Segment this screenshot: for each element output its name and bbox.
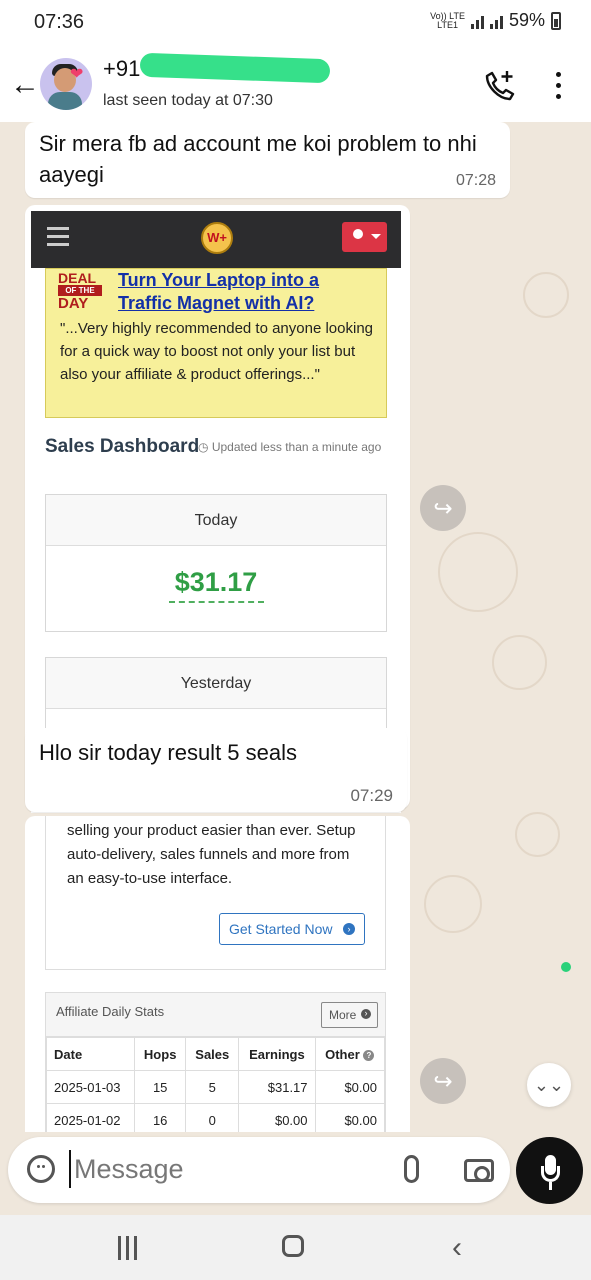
- chevron-right-icon: ›: [343, 923, 355, 935]
- affiliate-stats: Affiliate Daily Stats More Date Hops Sal…: [45, 992, 386, 1132]
- dashboard-screenshot[interactable]: W+ DEAL OF THE DAY Turn Your Laptop into…: [31, 211, 401, 813]
- battery-icon: [551, 11, 561, 30]
- online-indicator: [561, 962, 571, 972]
- user-menu-icon: [342, 222, 387, 252]
- camera-icon[interactable]: [464, 1159, 494, 1182]
- clock-icon: ◷: [198, 440, 212, 454]
- signal-icon-1: [470, 13, 484, 29]
- stats-table: Date Hops Sales Earnings Other ? 2025-01…: [45, 1037, 386, 1132]
- today-earnings: $31.17: [174, 567, 258, 597]
- android-navigation-bar: ‹: [0, 1215, 591, 1280]
- reply-time: 07:29: [350, 786, 393, 805]
- message-text: Sir mera fb ad account me koi problem to…: [39, 131, 477, 187]
- heart-icon: ❤: [70, 66, 84, 83]
- updated-status: ◷ Updated less than a minute ago: [198, 440, 382, 454]
- wallpaper-doodle: [523, 272, 569, 318]
- recent-apps-icon[interactable]: [118, 1236, 138, 1260]
- yesterday-label: Yesterday: [46, 658, 386, 709]
- wallpaper-doodle: [438, 532, 518, 612]
- message-input[interactable]: Message: [74, 1154, 184, 1185]
- add-call-icon[interactable]: [483, 68, 517, 102]
- text-cursor: [69, 1150, 71, 1188]
- today-label: Today: [46, 495, 386, 546]
- scroll-down-icon[interactable]: ⌄⌄: [527, 1063, 571, 1107]
- voice-message-button[interactable]: [516, 1137, 583, 1204]
- message-composer: Message: [8, 1137, 510, 1203]
- message-time: 07:28: [455, 172, 496, 189]
- chat-area[interactable]: Sir mera fb ad account me koi problem to…: [0, 122, 591, 1132]
- status-bar: 07:36 Vo)) LTE LTE1 59%: [0, 0, 591, 48]
- feature-box: selling your product easier than ever. S…: [45, 816, 386, 970]
- more-button: More: [321, 1002, 378, 1028]
- deal-title: Turn Your Laptop into a Traffic Magnet w…: [118, 270, 319, 313]
- get-started-button: Get Started Now ›: [219, 913, 365, 945]
- today-card: Today $31.17: [45, 494, 387, 632]
- wallpaper-doodle: [424, 875, 482, 933]
- forward-icon[interactable]: ↪: [420, 485, 466, 531]
- status-time: 07:36: [34, 11, 85, 33]
- last-seen-status: last seen today at 07:30: [103, 92, 273, 109]
- wallpaper-doodle: [515, 812, 560, 857]
- battery-percent: 59%: [508, 10, 545, 30]
- incoming-message[interactable]: Sir mera fb ad account me koi problem to…: [25, 122, 510, 198]
- second-image-message[interactable]: selling your product easier than ever. S…: [25, 816, 410, 1132]
- stats-title: Affiliate Daily Stats: [56, 1004, 165, 1019]
- signal-icon-2: [489, 13, 503, 29]
- wallpaper-doodle: [492, 635, 547, 690]
- contact-name[interactable]: +91: [103, 56, 140, 82]
- back-arrow-icon[interactable]: ←: [10, 68, 40, 102]
- deal-badge: DEAL OF THE DAY: [58, 271, 102, 313]
- table-row: 2025-01-02 16 0 $0.00 $0.00: [45, 1103, 386, 1132]
- reply-text: Hlo sir today result 5 seals: [39, 740, 297, 765]
- reply-caption[interactable]: Hlo sir today result 5 seals 07:29: [25, 728, 407, 812]
- attachment-icon[interactable]: [404, 1155, 419, 1183]
- network-type: Vo)) LTE LTE1: [430, 10, 465, 30]
- deal-text: "...Very highly recommended to anyone lo…: [60, 320, 374, 383]
- forward-icon[interactable]: ↪: [420, 1058, 466, 1104]
- deal-banner: DEAL OF THE DAY Turn Your Laptop into a …: [45, 268, 387, 418]
- system-icons: Vo)) LTE LTE1 59%: [430, 10, 561, 31]
- table-row: 2025-01-03 15 5 $31.17 $0.00: [45, 1070, 386, 1104]
- redaction-mark: [139, 52, 331, 84]
- hamburger-icon: [47, 227, 69, 251]
- dashed-underline: [168, 601, 264, 603]
- help-icon: ?: [363, 1049, 375, 1061]
- overflow-menu-icon[interactable]: [545, 70, 571, 102]
- emoji-icon[interactable]: [27, 1155, 55, 1183]
- feature-text: selling your product easier than ever. S…: [67, 822, 356, 887]
- avatar[interactable]: ❤: [40, 58, 92, 110]
- yesterday-card: Yesterday: [45, 657, 387, 737]
- table-header: Date Hops Sales Earnings Other ?: [45, 1037, 386, 1071]
- website-navbar: W+: [31, 211, 401, 268]
- image-message[interactable]: W+ DEAL OF THE DAY Turn Your Laptop into…: [25, 205, 410, 813]
- chat-header: ← ❤ +91 last seen today at 07:30: [0, 48, 591, 122]
- sales-dashboard-title: Sales Dashboard: [45, 436, 200, 457]
- website-logo: W+: [201, 222, 233, 254]
- back-icon[interactable]: ‹: [452, 1231, 462, 1265]
- home-icon[interactable]: [282, 1235, 304, 1257]
- stats-header: Affiliate Daily Stats More: [46, 993, 385, 1037]
